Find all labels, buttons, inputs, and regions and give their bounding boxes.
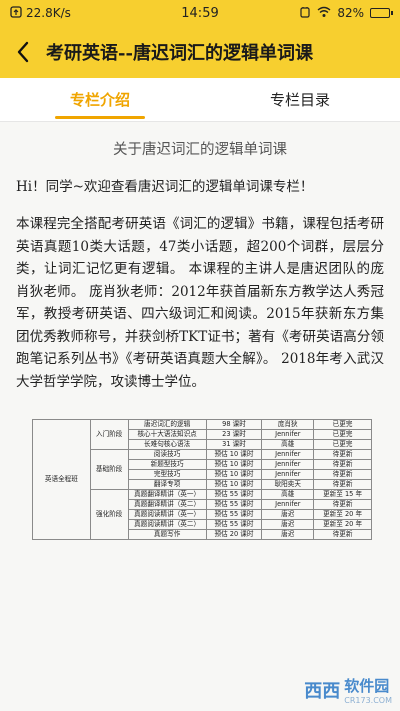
course-description: 本课程完全搭配考研英语《词汇的逻辑》书籍，课程包括考研英语真题10类大话题，47… [16,216,384,390]
wifi-icon [317,6,331,21]
table-row: 英语全程班 入门阶段 唐迟词汇的逻辑 98 课时 庞肖狄 已更完 [32,419,372,540]
status-cell: 已更完 [313,419,372,430]
page-title: 考研英语--唐迟词汇的逻辑单词课 [46,43,313,64]
alarm-icon [299,6,311,21]
hours-cell: 预估 10 课时 [205,479,263,490]
course-cell: 真题翻译精讲（英二） [127,499,207,510]
tab-bar: 专栏介绍 专栏目录 [0,78,400,122]
hours-cell: 预估 10 课时 [205,469,263,480]
course-table-image: 英语全程班 入门阶段 唐迟词汇的逻辑 98 课时 庞肖狄 已更完 核心十大语法知识点 23 课… [32,419,372,540]
hours-cell: 23 课时 [205,429,263,440]
course-cell: 翻译专项 [127,479,207,490]
hours-cell: 预估 10 课时 [205,449,263,460]
status-cell: 更新至 20 年 [313,519,372,530]
status-bar-right: 82% [299,6,393,21]
stage-name-cell: 基础阶段 [89,449,129,490]
teacher-cell: 唐迟 [261,519,315,530]
tab-intro[interactable]: 专栏介绍 [0,78,200,121]
status-cell: 待更新 [313,449,372,460]
teacher-cell: Jennifer [261,449,315,460]
course-cell: 核心十大语法知识点 [127,429,207,440]
hours-cell: 预估 10 课时 [205,459,263,470]
hours-cell: 98 课时 [205,419,263,430]
hours-cell: 预估 55 课时 [205,519,263,530]
teacher-cell: 唐迟 [261,509,315,520]
teacher-cell: Jennifer [261,459,315,470]
usb-icon [10,5,22,21]
watermark-site-name: 软件园 [344,677,390,695]
status-cell: 已更完 [313,429,372,440]
class-name-cell: 英语全程班 [32,419,91,540]
status-bar-left: 22.8K/s [10,5,71,21]
teacher-cell: 耿阳奕天 [261,479,315,490]
status-bar: 22.8K/s 14:59 82% [0,0,400,26]
hours-cell: 预估 20 课时 [205,529,263,540]
status-cell: 待更新 [313,529,372,540]
hours-cell: 预估 55 课时 [205,489,263,500]
status-cell: 待更新 [313,499,372,510]
status-cell: 待更新 [313,459,372,470]
course-cell: 阅读技巧 [127,449,207,460]
teacher-cell: Jennifer [261,499,315,510]
battery-icon [370,8,393,18]
course-cell: 唐迟词汇的逻辑 [127,419,207,430]
tab-catalog[interactable]: 专栏目录 [200,78,400,121]
course-cell: 真题阅读精讲（英二） [127,519,207,530]
network-speed: 22.8K/s [26,6,71,20]
teacher-cell: 高雄 [261,489,315,500]
watermark-logo: 西西 [304,681,341,702]
status-cell: 待更新 [313,479,372,490]
course-cell: 真题写作 [127,529,207,540]
status-cell: 更新至 15 年 [313,489,372,500]
course-schedule-table: 英语全程班 入门阶段 唐迟词汇的逻辑 98 课时 庞肖狄 已更完 核心十大语法知识点 23 课… [32,419,372,540]
course-cell: 真题翻译精讲（英一） [127,489,207,500]
chevron-left-icon [17,41,29,63]
content-area: 关于唐迟词汇的逻辑单词课 Hi！同学~欢迎查看唐迟词汇的逻辑单词课专栏！ 本课程… [0,122,400,711]
stage-name-cell: 强化阶段 [89,489,129,540]
course-cell: 完型技巧 [127,469,207,480]
hours-cell: 预估 55 课时 [205,499,263,510]
status-cell: 更新至 20 年 [313,509,372,520]
greeting-text: Hi！同学~欢迎查看唐迟词汇的逻辑单词课专栏！ [16,179,314,195]
teacher-cell: Jennifer [261,469,315,480]
title-bar: 考研英语--唐迟词汇的逻辑单词课 [0,26,400,78]
course-cell: 新题型技巧 [127,459,207,470]
hours-cell: 预估 55 课时 [205,509,263,520]
status-cell: 待更新 [313,469,372,480]
stage-name-cell: 入门阶段 [89,419,129,450]
battery-percent: 82% [337,6,364,20]
course-cell: 真题阅读精讲（英一） [127,509,207,520]
teacher-cell: 高雄 [261,439,315,450]
course-cell: 长难句核心语法 [127,439,207,450]
teacher-cell: Jennifer [261,429,315,440]
back-button[interactable] [0,26,46,78]
hours-cell: 31 课时 [205,439,263,450]
watermark-url: CR173.COM [344,696,392,705]
article-title: 关于唐迟词汇的逻辑单词课 [113,142,287,158]
watermark: 西西 软件园 CR173.COM [304,675,392,705]
teacher-cell: 庞肖狄 [261,419,315,430]
teacher-cell: 唐迟 [261,529,315,540]
status-cell: 已更完 [313,439,372,450]
